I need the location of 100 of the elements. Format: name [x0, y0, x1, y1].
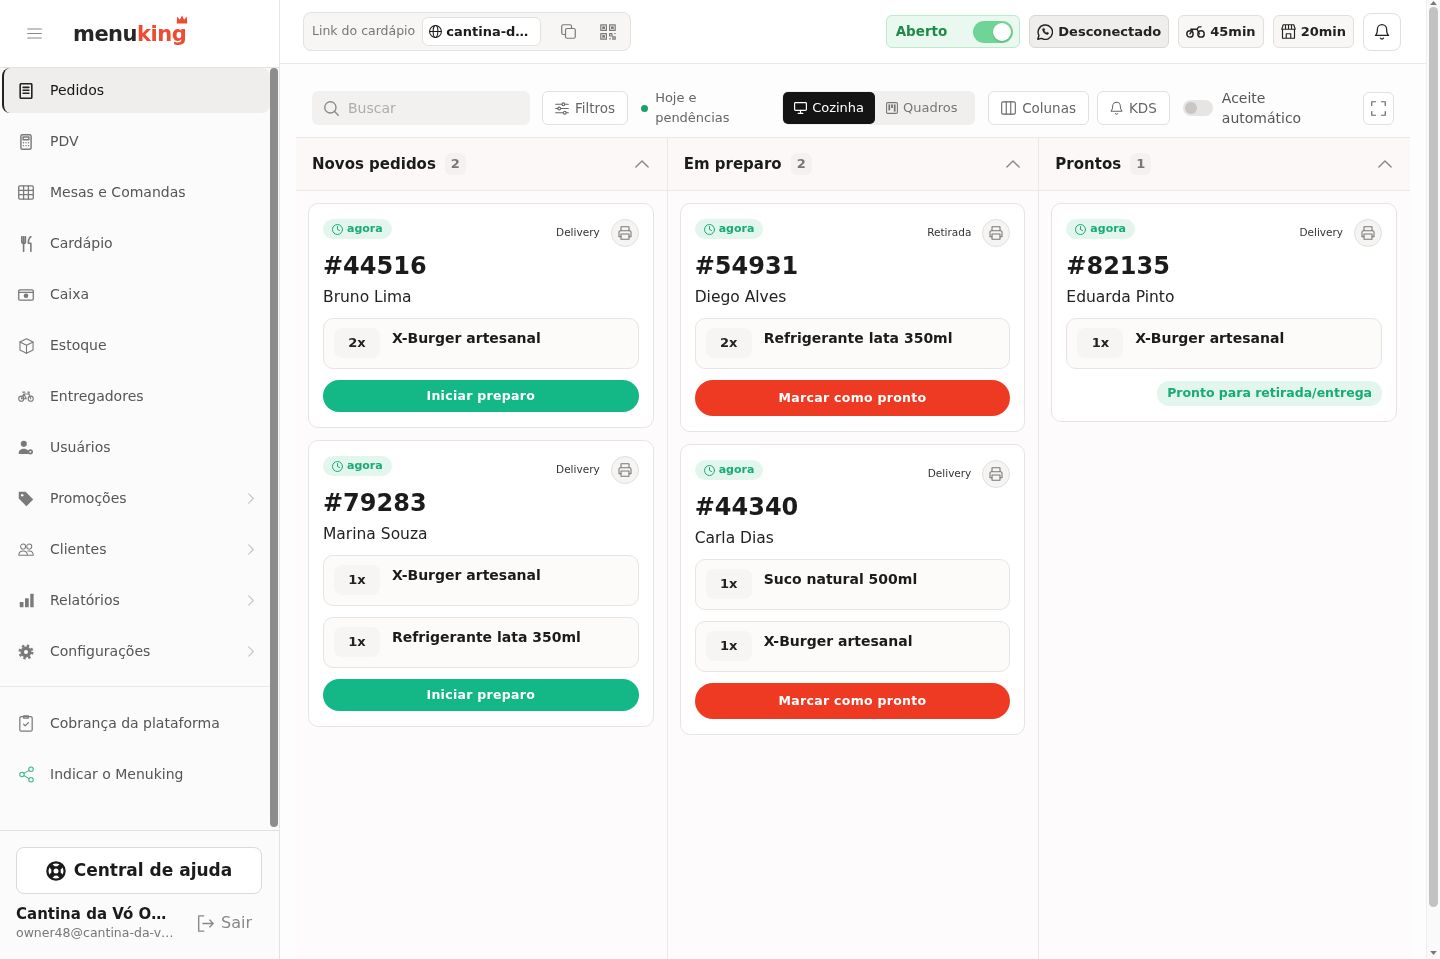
item-quantity: 2x — [334, 328, 380, 358]
time-label: agora — [718, 461, 755, 478]
view-tab[interactable]: Cozinha — [783, 92, 876, 124]
nav-item[interactable]: PDV — [2, 119, 270, 164]
user-icon — [18, 440, 34, 455]
printer-icon — [989, 226, 1004, 240]
customer-name: Carla Dias — [694, 528, 775, 548]
item-quantity: 1x — [1077, 328, 1124, 358]
notifications-button[interactable] — [1363, 12, 1401, 51]
grid-icon — [18, 185, 34, 200]
mark-ready-button[interactable]: Marcar como pronto — [694, 380, 1011, 416]
nav-item[interactable]: Entregadores — [2, 374, 270, 419]
help-center-button[interactable]: Central de ajuda — [16, 847, 262, 894]
monitor-icon — [794, 102, 808, 114]
nav-item[interactable]: Estoque — [2, 323, 270, 368]
scrollbar-thumb[interactable] — [1429, 7, 1438, 907]
connection-status-button[interactable]: Desconectado — [1029, 15, 1170, 48]
qr-code-button[interactable] — [600, 23, 617, 40]
account-name: Cantina da Vó O… — [16, 905, 168, 924]
count-badge: 2 — [444, 153, 466, 175]
document-icon — [19, 82, 33, 99]
printer-icon — [617, 463, 632, 477]
box-icon — [18, 337, 34, 354]
search-field[interactable]: Buscar — [312, 91, 530, 125]
order-type-label: Delivery — [556, 225, 600, 241]
printer-icon — [617, 226, 632, 240]
fork-knife-icon — [20, 235, 32, 252]
calculator-icon — [20, 133, 32, 150]
count-badge: 2 — [790, 153, 812, 175]
logout-button[interactable]: Sair — [197, 911, 252, 935]
printer-icon — [989, 467, 1004, 481]
cash-icon — [18, 288, 34, 301]
nav-item[interactable]: Mesas e Comandas — [2, 170, 270, 215]
sliders-icon — [555, 101, 569, 115]
column-title: Novos pedidos — [312, 153, 436, 175]
menu-link-field[interactable]: cantina-d… — [422, 17, 542, 46]
item-name: X-Burger artesanal — [1135, 329, 1285, 348]
time-label: agora — [347, 220, 383, 237]
menu-link-label: Link do cardápio — [312, 22, 416, 41]
clipboard-check-icon — [19, 715, 33, 732]
item-quantity: 1x — [705, 631, 752, 661]
logout-icon — [197, 914, 214, 932]
clock-icon — [332, 223, 343, 235]
toggle-switch[interactable] — [1182, 100, 1213, 116]
print-button[interactable] — [982, 219, 1011, 247]
nav-item[interactable]: Promoções — [2, 476, 270, 521]
nav-item[interactable]: Usuários — [2, 425, 270, 470]
collapse-button[interactable] — [1378, 160, 1392, 168]
tag-icon — [18, 490, 34, 507]
menu-button[interactable] — [27, 28, 42, 39]
chevron-up-icon — [1006, 160, 1021, 168]
lifebuoy-icon — [45, 860, 66, 881]
print-button[interactable] — [610, 456, 639, 484]
time-label: agora — [347, 457, 383, 474]
scrollbar-thumb[interactable] — [270, 68, 278, 827]
column-title: Em preparo — [683, 153, 782, 175]
item-quantity: 2x — [705, 328, 752, 358]
nav-item[interactable]: Relatórios — [2, 578, 270, 623]
print-button[interactable] — [610, 219, 639, 247]
fullscreen-button[interactable] — [1363, 91, 1394, 125]
clock-icon — [703, 464, 715, 476]
columns-button[interactable]: Colunas — [988, 91, 1089, 125]
nav-item[interactable]: Clientes — [2, 527, 270, 572]
print-button[interactable] — [1354, 219, 1382, 247]
time-label: agora — [718, 220, 755, 237]
item-name: Refrigerante lata 350ml — [392, 628, 581, 647]
nav-item[interactable]: Cobrança da plataforma — [2, 701, 270, 746]
item-quantity: 1x — [334, 565, 380, 595]
store-icon — [1280, 24, 1296, 39]
status-dot-icon — [641, 104, 649, 112]
item-name: X-Burger artesanal — [392, 566, 541, 585]
share-icon — [18, 766, 34, 783]
period-label: Hoje e pendências — [655, 89, 731, 127]
pickup-time-button[interactable]: 20min — [1272, 15, 1354, 48]
delivery-time-button[interactable]: 45min — [1178, 15, 1264, 48]
kds-button[interactable]: KDS — [1097, 91, 1170, 125]
scroll-up-arrow-icon — [1430, 1, 1437, 5]
store-status-label: Aberto — [895, 22, 948, 42]
bar-chart-icon — [18, 593, 34, 608]
users-icon — [18, 543, 34, 556]
bicycle-icon — [18, 391, 34, 402]
toggle-switch[interactable] — [973, 20, 1014, 43]
nav-item[interactable]: Cardápio — [2, 221, 270, 266]
filters-button[interactable]: Filtros — [542, 91, 629, 125]
collapse-button[interactable] — [634, 160, 649, 168]
nav-item[interactable]: Configurações — [2, 629, 270, 674]
settings-icon — [18, 643, 34, 660]
mark-ready-button[interactable]: Marcar como pronto — [694, 683, 1011, 719]
nav-item[interactable]: Indicar o Menuking — [2, 752, 270, 797]
menu-icon — [27, 28, 42, 39]
bike-icon — [1186, 25, 1206, 38]
copy-button[interactable] — [561, 24, 577, 39]
item-name: Refrigerante lata 350ml — [763, 329, 953, 348]
customer-name: Diego Alves — [694, 287, 788, 307]
nav-item[interactable]: Pedidos — [2, 68, 270, 113]
scroll-down-arrow-icon — [1430, 951, 1437, 955]
view-tab[interactable]: Quadros — [875, 92, 969, 124]
print-button[interactable] — [982, 460, 1011, 488]
collapse-button[interactable] — [1006, 160, 1021, 168]
nav-item[interactable]: Caixa — [2, 272, 270, 317]
